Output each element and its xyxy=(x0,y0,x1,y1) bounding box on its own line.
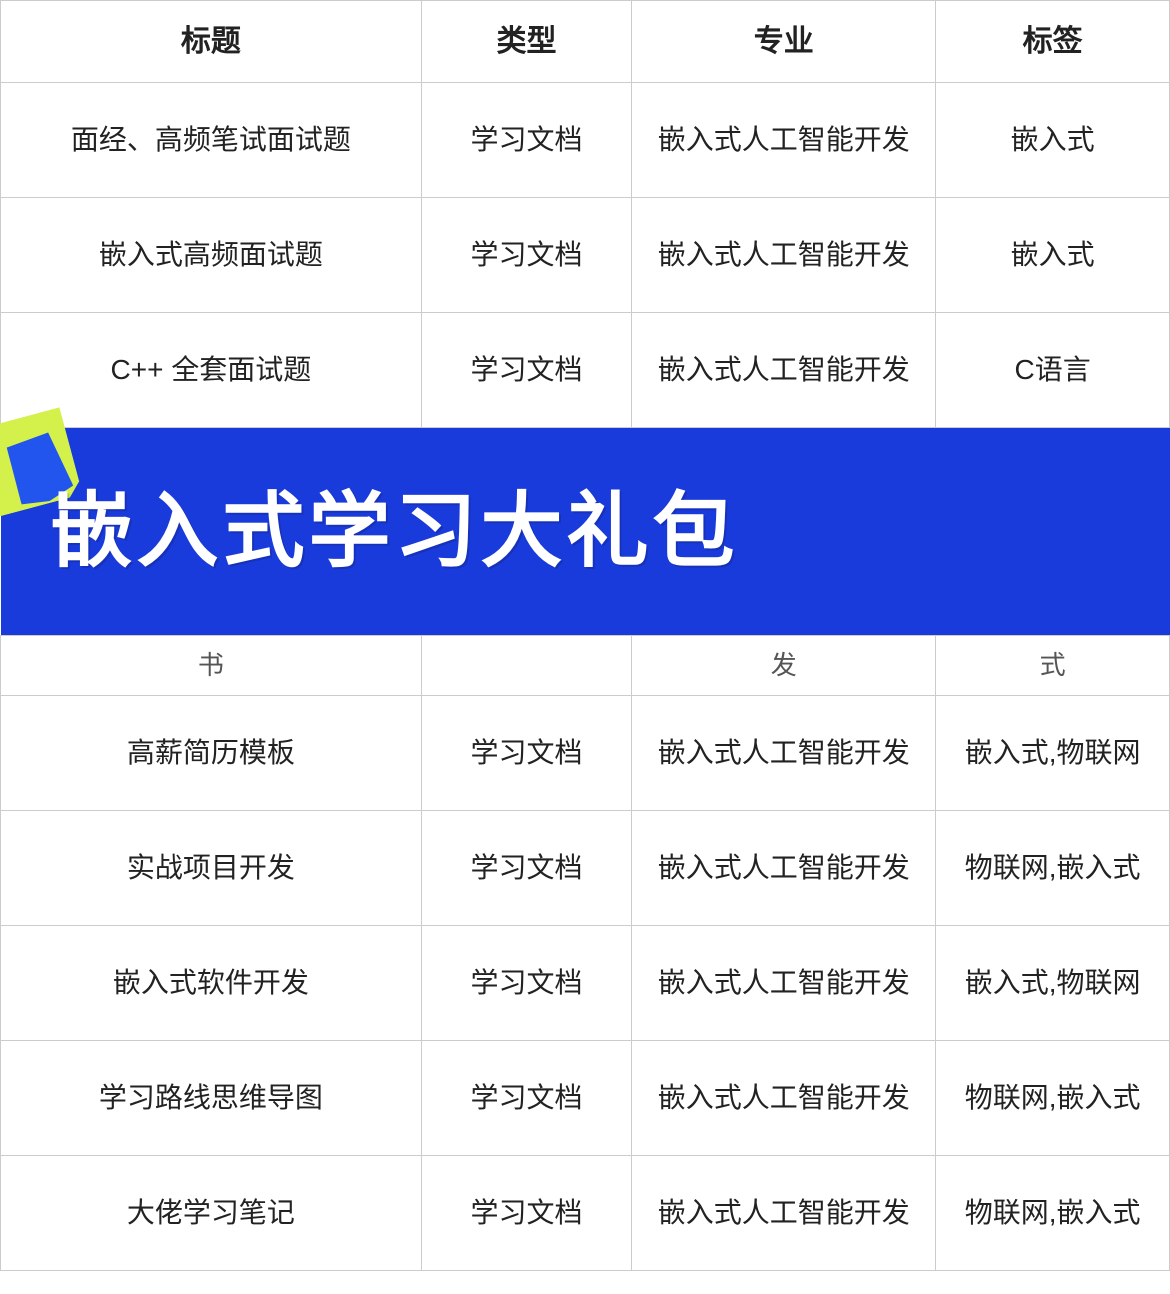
header-title: 标题 xyxy=(1,1,422,83)
partial-col1: 书 xyxy=(1,636,422,696)
row-title: 高薪简历模板 xyxy=(1,696,422,811)
table-row: 面经、高频笔试面试题 学习文档 嵌入式人工智能开发 嵌入式 xyxy=(1,83,1170,198)
row-type: 学习文档 xyxy=(421,83,631,198)
table-row: 高薪简历模板 学习文档 嵌入式人工智能开发 嵌入式,物联网 xyxy=(1,696,1170,811)
row-title: 大佬学习笔记 xyxy=(1,1156,422,1271)
header-tag: 标签 xyxy=(936,1,1170,83)
table-row: 嵌入式软件开发 学习文档 嵌入式人工智能开发 嵌入式,物联网 xyxy=(1,926,1170,1041)
row-tag: 物联网,嵌入式 xyxy=(936,1156,1170,1271)
partial-col4: 式 xyxy=(936,636,1170,696)
row-type: 学习文档 xyxy=(421,198,631,313)
row-major: 嵌入式人工智能开发 xyxy=(632,313,936,428)
row-major: 嵌入式人工智能开发 xyxy=(632,1156,936,1271)
row-tag: 嵌入式 xyxy=(936,83,1170,198)
row-tag: C语言 xyxy=(936,313,1170,428)
banner-row: 嵌入式学习大礼包 xyxy=(1,428,1170,636)
row-title: 面经、高频笔试面试题 xyxy=(1,83,422,198)
row-title: 实战项目开发 xyxy=(1,811,422,926)
row-tag: 物联网,嵌入式 xyxy=(936,811,1170,926)
main-container: 标题 类型 专业 标签 面经、高频笔试面试题 学习文档 嵌入式人工智能开发 嵌入… xyxy=(0,0,1170,1271)
row-type: 学习文档 xyxy=(421,696,631,811)
row-title: 嵌入式高频面试题 xyxy=(1,198,422,313)
row-tag: 嵌入式 xyxy=(936,198,1170,313)
row-major: 嵌入式人工智能开发 xyxy=(632,1041,936,1156)
partial-col2 xyxy=(421,636,631,696)
row-tag: 物联网,嵌入式 xyxy=(936,1041,1170,1156)
header-type: 类型 xyxy=(421,1,631,83)
row-title: 嵌入式软件开发 xyxy=(1,926,422,1041)
row-tag: 嵌入式,物联网 xyxy=(936,926,1170,1041)
row-major: 嵌入式人工智能开发 xyxy=(632,198,936,313)
row-title: 学习路线思维导图 xyxy=(1,1041,422,1156)
row-type: 学习文档 xyxy=(421,313,631,428)
row-major: 嵌入式人工智能开发 xyxy=(632,811,936,926)
row-type: 学习文档 xyxy=(421,1156,631,1271)
table-row: C++ 全套面试题 学习文档 嵌入式人工智能开发 C语言 xyxy=(1,313,1170,428)
banner-text: 嵌入式学习大礼包 xyxy=(31,470,739,593)
row-title: C++ 全套面试题 xyxy=(1,313,422,428)
row-type: 学习文档 xyxy=(421,926,631,1041)
row-major: 嵌入式人工智能开发 xyxy=(632,696,936,811)
table-row: 学习路线思维导图 学习文档 嵌入式人工智能开发 物联网,嵌入式 xyxy=(1,1041,1170,1156)
row-type: 学习文档 xyxy=(421,811,631,926)
row-type: 学习文档 xyxy=(421,1041,631,1156)
partial-col3: 发 xyxy=(632,636,936,696)
table-header-row: 标题 类型 专业 标签 xyxy=(1,1,1170,83)
table-row: 大佬学习笔记 学习文档 嵌入式人工智能开发 物联网,嵌入式 xyxy=(1,1156,1170,1271)
row-tag: 嵌入式,物联网 xyxy=(936,696,1170,811)
table-row: 实战项目开发 学习文档 嵌入式人工智能开发 物联网,嵌入式 xyxy=(1,811,1170,926)
banner-cell: 嵌入式学习大礼包 xyxy=(1,428,1170,636)
header-major: 专业 xyxy=(632,1,936,83)
row-major: 嵌入式人工智能开发 xyxy=(632,83,936,198)
partial-row: 书 发 式 xyxy=(1,636,1170,696)
banner-bg: 嵌入式学习大礼包 xyxy=(1,428,1170,635)
content-table: 标题 类型 专业 标签 面经、高频笔试面试题 学习文档 嵌入式人工智能开发 嵌入… xyxy=(0,0,1170,1271)
row-major: 嵌入式人工智能开发 xyxy=(632,926,936,1041)
table-row: 嵌入式高频面试题 学习文档 嵌入式人工智能开发 嵌入式 xyxy=(1,198,1170,313)
